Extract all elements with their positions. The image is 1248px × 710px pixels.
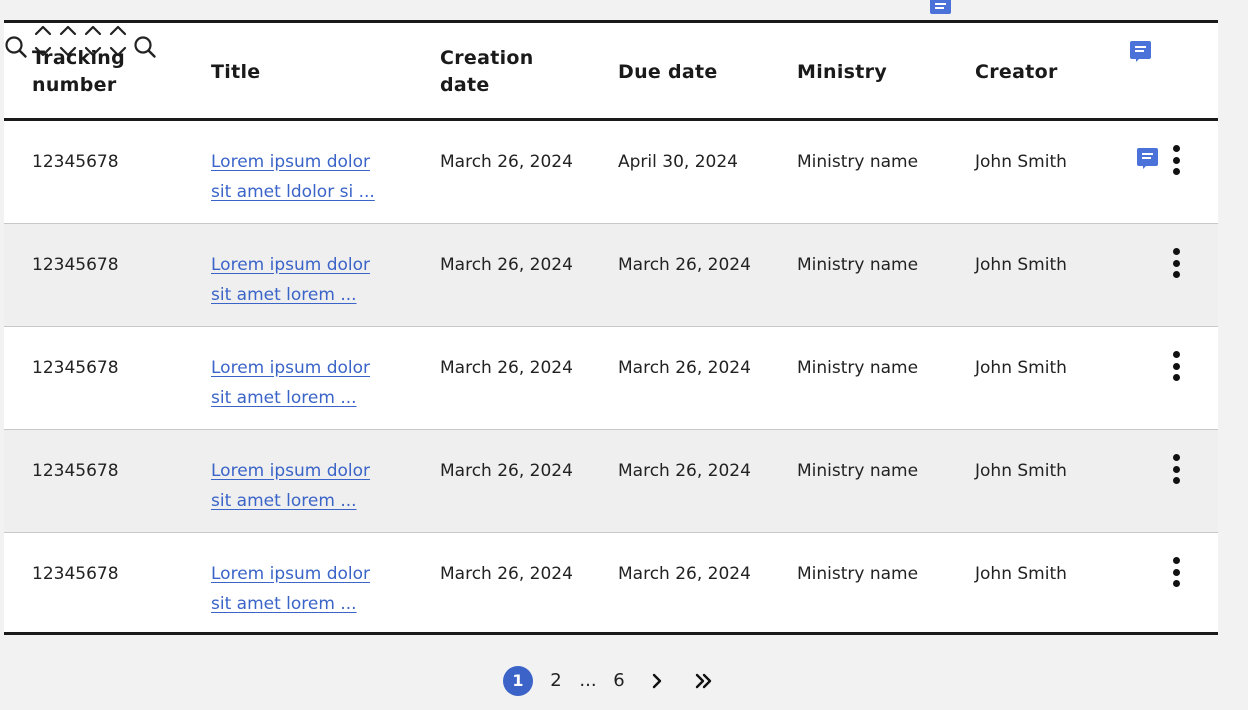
column-label: Tracking number: [32, 47, 126, 96]
tracking-number: 12345678: [32, 358, 119, 378]
page-6-button[interactable]: 6: [609, 666, 629, 696]
tracking-number: 12345678: [32, 152, 119, 172]
comment-icon[interactable]: [1137, 148, 1158, 170]
column-label: Creation date: [440, 47, 534, 96]
due-date: March 26, 2024: [618, 461, 751, 481]
comment-icon[interactable]: [1130, 41, 1151, 62]
pagination: 1 2 ... 6: [0, 666, 1248, 696]
search-icon[interactable]: [4, 36, 33, 63]
title-link[interactable]: Lorem ipsum dolor sit amet lorem ...: [211, 250, 391, 310]
due-date: March 26, 2024: [618, 255, 751, 275]
column-header-due-date[interactable]: Due date: [618, 23, 718, 121]
creation-date: March 26, 2024: [440, 358, 573, 378]
more-options-icon[interactable]: [1166, 246, 1186, 280]
creation-date: March 26, 2024: [440, 152, 573, 172]
column-header-title[interactable]: Title: [211, 23, 260, 121]
table-row[interactable]: 12345678 Lorem ipsum dolor sit amet lore…: [4, 224, 1218, 327]
due-date: April 30, 2024: [618, 152, 738, 172]
tracking-number: 12345678: [32, 564, 119, 584]
table-row[interactable]: 12345678 Lorem ipsum dolor sit amet lore…: [4, 533, 1218, 635]
more-options-icon[interactable]: [1166, 555, 1186, 589]
creation-date: March 26, 2024: [440, 461, 573, 481]
comment-icon[interactable]: [930, 0, 951, 16]
due-date: March 26, 2024: [618, 358, 751, 378]
title-link[interactable]: Lorem ipsum dolor sit amet lorem ...: [211, 559, 391, 619]
creator-name: John Smith: [975, 564, 1067, 584]
column-label: Due date: [618, 60, 718, 83]
ministry-name: Ministry name: [797, 564, 919, 584]
more-options-icon[interactable]: [1166, 349, 1186, 383]
creation-date: March 26, 2024: [440, 564, 573, 584]
tracking-number: 12345678: [32, 255, 119, 275]
chevron-right-icon[interactable]: [647, 666, 667, 696]
title-link[interactable]: Lorem ipsum dolor sit amet ldolor si ...: [211, 147, 391, 207]
creator-name: John Smith: [975, 255, 1067, 275]
ministry-name: Ministry name: [797, 461, 919, 481]
column-label: Title: [211, 60, 261, 83]
creation-date: March 26, 2024: [440, 255, 573, 275]
column-label: Creator: [975, 60, 1058, 83]
creator-name: John Smith: [975, 461, 1067, 481]
search-icon[interactable]: [133, 36, 157, 63]
page-2-button[interactable]: 2: [546, 666, 566, 696]
title-link[interactable]: Lorem ipsum dolor sit amet lorem ...: [211, 353, 391, 413]
double-chevron-right-icon[interactable]: [691, 666, 717, 696]
column-header-tracking-number: Tracking number: [32, 23, 125, 121]
ministry-name: Ministry name: [797, 152, 919, 172]
ministry-name: Ministry name: [797, 358, 919, 378]
tracking-number: 12345678: [32, 461, 119, 481]
column-header-creator: Creator: [975, 23, 1058, 121]
more-options-icon[interactable]: [1166, 452, 1186, 486]
creator-name: John Smith: [975, 152, 1067, 172]
table-row[interactable]: 12345678 Lorem ipsum dolor sit amet lore…: [4, 430, 1218, 533]
due-date: March 26, 2024: [618, 564, 751, 584]
more-options-icon[interactable]: [1166, 143, 1186, 177]
table-row[interactable]: 12345678 Lorem ipsum dolor sit amet lore…: [4, 327, 1218, 430]
column-header-creation-date[interactable]: Creation date: [440, 23, 534, 121]
column-header-ministry[interactable]: Ministry: [797, 23, 887, 121]
column-label: Ministry: [797, 60, 888, 83]
table-row[interactable]: 12345678 Lorem ipsum dolor sit amet ldol…: [4, 121, 1218, 224]
table-header: Tracking number Title Creation date Due …: [4, 23, 1218, 121]
data-table: Tracking number Title Creation date Due …: [4, 20, 1218, 635]
title-link[interactable]: Lorem ipsum dolor sit amet lorem ...: [211, 456, 391, 516]
creator-name: John Smith: [975, 358, 1067, 378]
pagination-ellipsis: ...: [579, 670, 597, 691]
page-1-button[interactable]: 1: [503, 666, 533, 696]
ministry-name: Ministry name: [797, 255, 919, 275]
